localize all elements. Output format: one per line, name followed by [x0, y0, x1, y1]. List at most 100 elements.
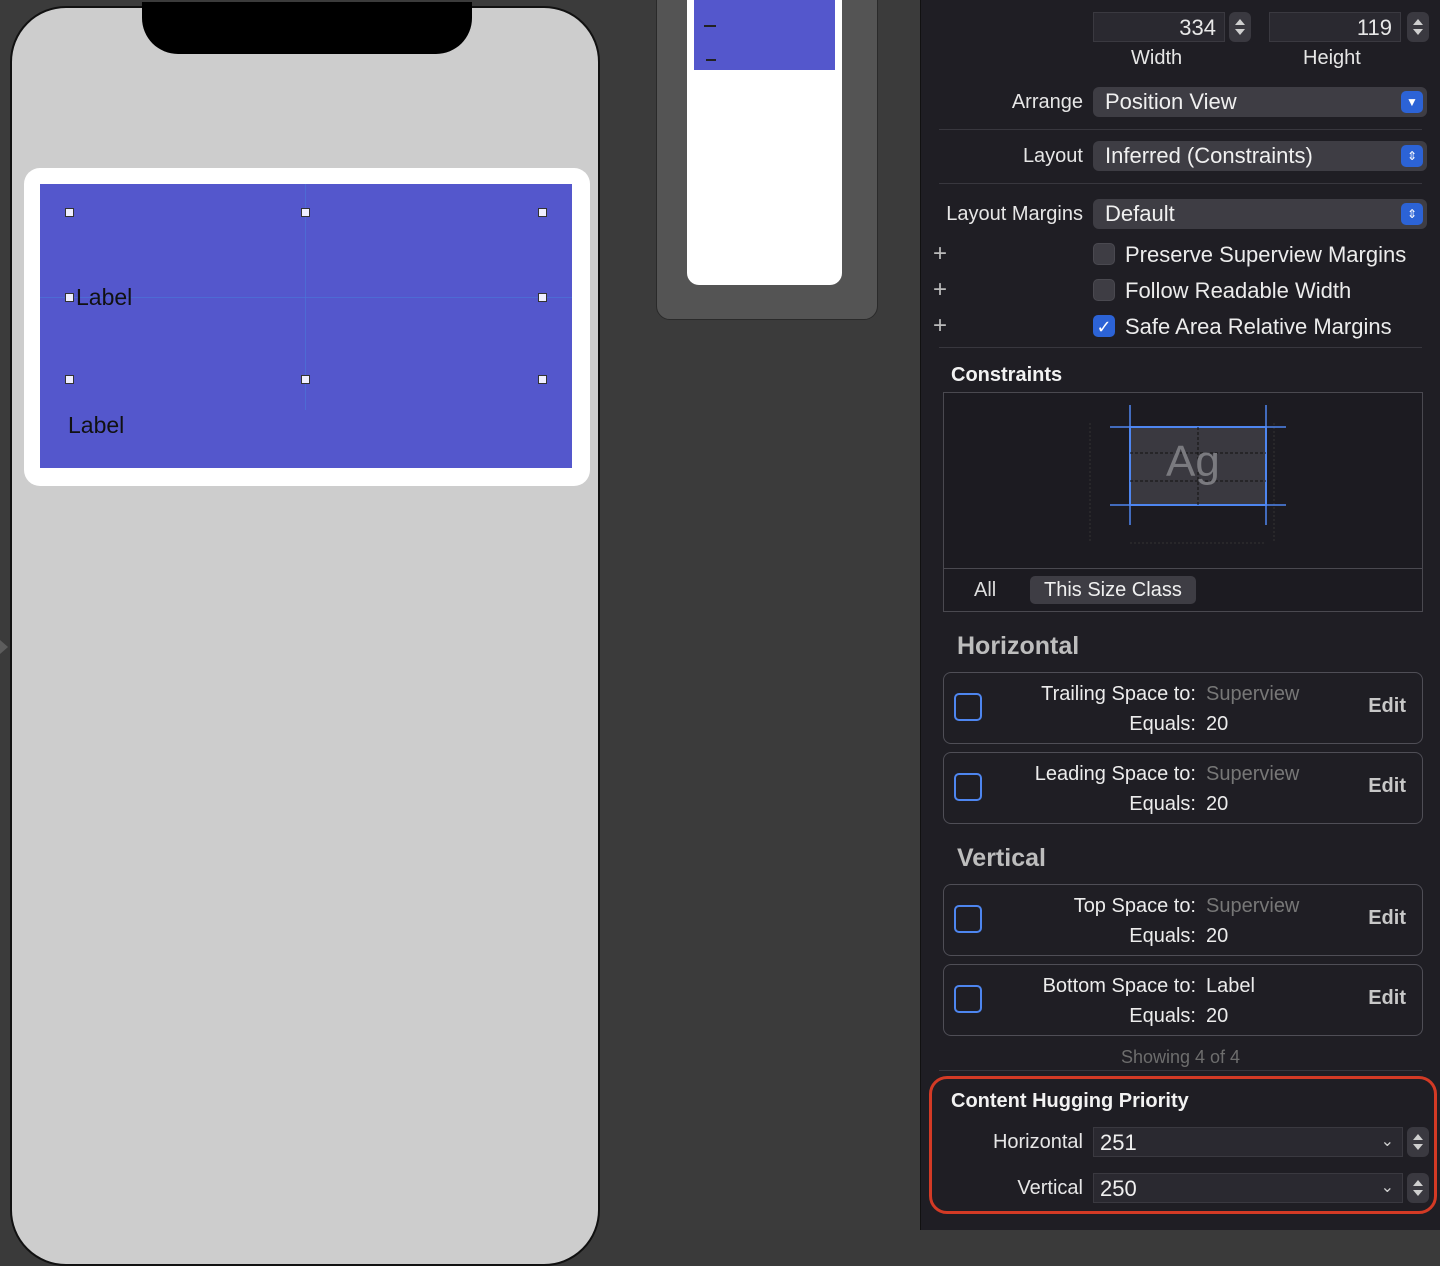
- plus-icon[interactable]: +: [933, 276, 947, 304]
- constraint-value: 20: [1206, 925, 1229, 947]
- constraint-target: Superview: [1206, 683, 1300, 705]
- constraint-row-trailing[interactable]: Trailing Space to: Superview Equals: 20 …: [943, 672, 1423, 744]
- edit-button[interactable]: Edit: [1368, 775, 1406, 798]
- label-top[interactable]: Label: [76, 284, 132, 311]
- layout-margins-value: Default: [1105, 201, 1175, 226]
- resize-handle-top-left[interactable]: [65, 208, 74, 217]
- resize-handle-bottom-right[interactable]: [538, 375, 547, 384]
- follow-readable-width-label: Follow Readable Width: [1125, 278, 1352, 303]
- plus-icon[interactable]: +: [933, 312, 947, 340]
- hugging-vertical-combo[interactable]: 250 ⌄: [1093, 1173, 1403, 1203]
- bottom-space-icon: [954, 985, 982, 1013]
- hugging-vertical-stepper[interactable]: [1407, 1173, 1429, 1203]
- constraint-value: 20: [1206, 793, 1229, 815]
- label-bottom[interactable]: Label: [68, 412, 124, 439]
- chevron-down-icon[interactable]: ⌄: [1381, 1177, 1394, 1197]
- constraint-target: Label: [1206, 975, 1255, 997]
- up-down-chevron-icon: ⇕: [1401, 203, 1423, 225]
- vertical-group-title: Vertical: [957, 844, 1046, 872]
- constraint-key: Equals:: [1129, 1005, 1196, 1027]
- hugging-horizontal-stepper[interactable]: [1407, 1127, 1429, 1157]
- constraint-key: Equals:: [1129, 925, 1196, 947]
- divider: [939, 183, 1422, 184]
- constraint-target: Superview: [1206, 763, 1300, 785]
- safe-area-relative-margins-checkbox[interactable]: ✓: [1093, 315, 1115, 337]
- constraint-value: 20: [1206, 1005, 1229, 1027]
- constraint-row-bottom[interactable]: Bottom Space to: Label Equals: 20 Edit: [943, 964, 1423, 1036]
- hugging-vertical-value: 250: [1100, 1176, 1137, 1201]
- resize-handle-top-right[interactable]: [538, 208, 547, 217]
- width-field[interactable]: 334: [1093, 12, 1225, 42]
- resize-handle-bottom-left[interactable]: [65, 375, 74, 384]
- follow-readable-width-checkbox[interactable]: [1093, 279, 1115, 301]
- width-stepper[interactable]: [1229, 12, 1251, 42]
- constraint-key: Bottom Space to:: [1042, 975, 1196, 997]
- trailing-space-icon: [954, 693, 982, 721]
- size-inspector: 334 Width 119 Height Arrange Position Vi…: [920, 0, 1440, 1230]
- constraint-target: Superview: [1206, 895, 1300, 917]
- hugging-vertical-label: Vertical: [1017, 1177, 1083, 1199]
- edit-button[interactable]: Edit: [1368, 695, 1406, 718]
- selected-view[interactable]: Label Label: [40, 184, 572, 468]
- constraints-preview: Ag All This Size Class: [943, 392, 1423, 612]
- height-field[interactable]: 119: [1269, 12, 1401, 42]
- device-frame: Label Label: [10, 2, 600, 1266]
- constraint-row-top[interactable]: Top Space to: Superview Equals: 20 Edit: [943, 884, 1423, 956]
- resize-handle-bottom[interactable]: [301, 375, 310, 384]
- segment-all[interactable]: All: [960, 576, 1010, 604]
- layout-value: Inferred (Constraints): [1105, 143, 1313, 168]
- divider: [939, 347, 1422, 348]
- scene-minimap[interactable]: [656, 0, 878, 320]
- layout-margins-label: Layout Margins: [946, 203, 1083, 225]
- constraint-key: Equals:: [1129, 713, 1196, 735]
- hugging-horizontal-value: 251: [1100, 1130, 1137, 1155]
- arrange-value: Position View: [1105, 89, 1237, 114]
- preserve-superview-margins-label: Preserve Superview Margins: [1125, 242, 1407, 267]
- resize-handle-left[interactable]: [65, 293, 74, 302]
- hugging-horizontal-combo[interactable]: 251 ⌄: [1093, 1127, 1403, 1157]
- constraint-key: Top Space to:: [1073, 895, 1196, 917]
- constraint-row-leading[interactable]: Leading Space to: Superview Equals: 20 E…: [943, 752, 1423, 824]
- constraints-title: Constraints: [951, 364, 1063, 386]
- constraint-key: Leading Space to:: [1034, 763, 1196, 785]
- constraint-key: Equals:: [1129, 793, 1196, 815]
- segment-this-size-class[interactable]: This Size Class: [1030, 576, 1196, 604]
- edit-button[interactable]: Edit: [1368, 907, 1406, 930]
- constraint-key: Trailing Space to:: [1041, 683, 1196, 705]
- minimap-screen: [687, 0, 842, 285]
- chevron-down-icon: ▼: [1401, 91, 1423, 113]
- plus-icon[interactable]: +: [933, 240, 947, 268]
- showing-count: Showing 4 of 4: [1120, 1047, 1241, 1067]
- size-class-bar: All This Size Class: [944, 568, 1422, 611]
- resize-handle-top[interactable]: [301, 208, 310, 217]
- leading-space-icon: [954, 773, 982, 801]
- container-view[interactable]: Label Label: [24, 168, 590, 486]
- collapse-arrow-icon[interactable]: [0, 640, 8, 654]
- divider: [939, 129, 1422, 130]
- layout-label: Layout: [1022, 145, 1083, 167]
- constraint-value: 20: [1206, 713, 1229, 735]
- safe-area-relative-margins-label: Safe Area Relative Margins: [1125, 314, 1392, 339]
- height-caption: Height: [1303, 47, 1361, 69]
- storyboard-canvas[interactable]: Label Label: [0, 0, 920, 1266]
- edit-button[interactable]: Edit: [1368, 987, 1406, 1010]
- resize-handle-right[interactable]: [538, 293, 547, 302]
- arrange-popup[interactable]: Position View ▼: [1093, 87, 1427, 117]
- layout-margins-popup[interactable]: Default ⇕: [1093, 199, 1427, 229]
- height-stepper[interactable]: [1407, 12, 1429, 42]
- hugging-horizontal-label: Horizontal: [992, 1131, 1083, 1153]
- device-notch: [142, 2, 472, 54]
- hugging-title: Content Hugging Priority: [951, 1090, 1189, 1112]
- preview-glyph: Ag: [1166, 437, 1220, 486]
- minimap-label-line: [704, 25, 716, 27]
- layout-popup[interactable]: Inferred (Constraints) ⇕: [1093, 141, 1427, 171]
- minimap-view: [694, 0, 835, 70]
- arrange-label: Arrange: [1011, 91, 1083, 113]
- preserve-superview-margins-checkbox[interactable]: [1093, 243, 1115, 265]
- top-space-icon: [954, 905, 982, 933]
- chevron-down-icon[interactable]: ⌄: [1381, 1131, 1394, 1151]
- up-down-chevron-icon: ⇕: [1401, 145, 1423, 167]
- width-caption: Width: [1131, 47, 1183, 69]
- minimap-label-line: [706, 59, 716, 61]
- horizontal-group-title: Horizontal: [957, 632, 1080, 660]
